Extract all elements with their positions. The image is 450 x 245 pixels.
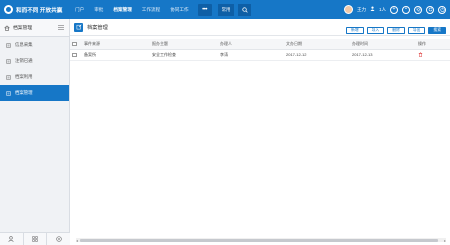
column-header-person[interactable]: 办理人 — [218, 39, 284, 49]
table-header-row: 事件来源 报办主题 办理人 文办日期 办理时间 操作 — [70, 39, 450, 49]
search-icon — [242, 6, 248, 13]
select-all-checkbox[interactable] — [72, 41, 77, 47]
main-panel: 档案管理 新增 导入 删除 导出 搜索 事件来源 报办主题 办理人 文办日期 办… — [70, 19, 450, 245]
refresh-icon[interactable] — [426, 5, 434, 14]
nav-item-approval[interactable]: 审批 — [89, 0, 108, 19]
trash-icon[interactable] — [418, 51, 423, 57]
sidebar-footer — [0, 232, 70, 245]
document-icon — [6, 58, 11, 64]
online-count: 1人 — [379, 6, 386, 12]
import-button[interactable]: 导入 — [366, 27, 385, 34]
avatar[interactable] — [343, 5, 353, 14]
column-header-time[interactable]: 办理时间 — [350, 39, 416, 49]
sidebar-item-label: 档案利用 — [15, 74, 33, 79]
scrollbar-thumb[interactable] — [80, 238, 438, 242]
export-button[interactable]: 导出 — [407, 27, 426, 34]
nav-item-workflow[interactable]: 工作流程 — [137, 0, 165, 19]
row-checkbox[interactable] — [72, 52, 77, 58]
document-icon — [6, 90, 11, 96]
nav-item-archive[interactable]: 档案管理 — [108, 0, 136, 19]
column-header-date[interactable]: 文办日期 — [284, 39, 350, 49]
row-select-cell — [70, 49, 82, 60]
cell-action — [416, 49, 450, 60]
sidebar-item-archive-manage[interactable]: 档案管理 — [0, 85, 69, 101]
add-record-button[interactable]: 新增 — [346, 27, 364, 34]
user-tools: 王力 1人 + • — [343, 0, 446, 19]
brand-name: 和而不同 开放共赢 — [16, 7, 63, 14]
page-title: 档案管理 — [87, 24, 108, 31]
sidebar-item-info-collect[interactable]: 信息采集 — [0, 37, 69, 53]
cell-date: 2017-12-12 — [286, 52, 307, 57]
user-name[interactable]: 王力 — [357, 7, 366, 13]
menu-toggle-icon[interactable] — [58, 25, 64, 32]
sidebar: 档案管理 信息采集 注销已通 档案利用 档案管理 — [0, 19, 70, 245]
cell-person: 李涛 — [220, 51, 228, 57]
select-all-cell — [70, 39, 82, 49]
add-circle-icon[interactable]: + — [390, 5, 398, 14]
sidebar-item-label: 注销已通 — [15, 58, 33, 63]
sidebar-header: 档案管理 — [0, 19, 69, 37]
sidebar-title: 档案管理 — [13, 26, 33, 31]
common-button[interactable]: 常用 — [217, 3, 235, 16]
column-header-subject[interactable]: 报办主题 — [150, 39, 218, 49]
main-nav: 门户 审批 档案管理 工作流程 协同工作 ••• 常用 — [70, 0, 252, 19]
top-bar: 和而不同 开放共赢 门户 审批 档案管理 工作流程 协同工作 ••• 常用 王力… — [0, 0, 450, 19]
apps-button[interactable] — [24, 233, 48, 245]
sidebar-item-label: 档案管理 — [15, 90, 33, 95]
power-icon[interactable] — [438, 5, 446, 14]
document-icon — [6, 74, 11, 80]
brand-logo-icon — [4, 5, 13, 14]
home-icon — [4, 25, 10, 31]
search-action-button[interactable]: 搜索 — [428, 27, 446, 34]
sidebar-item-deregistered[interactable]: 注销已通 — [0, 53, 69, 69]
user-count-icon — [370, 6, 375, 13]
scroll-left-icon[interactable]: ◂ — [76, 238, 78, 243]
archive-table: 事件来源 报办主题 办理人 文办日期 办理时间 操作 备案所 安全工作检查 李涛… — [70, 39, 450, 61]
message-icon[interactable]: • — [402, 5, 410, 14]
scroll-right-icon[interactable]: ▸ — [444, 238, 446, 243]
brand[interactable]: 和而不同 开放共赢 — [0, 0, 70, 19]
cell-subject: 安全工作检查 — [152, 51, 176, 57]
settings-icon[interactable] — [414, 5, 422, 14]
search-button[interactable] — [238, 3, 252, 16]
nav-item-portal[interactable]: 门户 — [70, 0, 89, 19]
sidebar-item-archive-use[interactable]: 档案利用 — [0, 69, 69, 85]
cell-time: 2017-12-13 — [352, 52, 373, 57]
horizontal-scrollbar[interactable]: ◂ ▸ — [76, 238, 446, 243]
delete-button[interactable]: 删除 — [387, 27, 405, 34]
add-button[interactable] — [47, 233, 70, 245]
cell-source: 备案所 — [84, 51, 96, 57]
column-header-action: 操作 — [418, 40, 426, 46]
add-circle-icon — [56, 236, 62, 242]
column-header-source[interactable]: 事件来源 — [82, 39, 150, 49]
sidebar-item-label: 信息采集 — [15, 42, 33, 47]
user-icon — [8, 236, 14, 242]
more-menu-button[interactable]: ••• — [197, 3, 212, 16]
toolbar: 新增 导入 删除 导出 搜索 — [346, 27, 446, 34]
nav-item-collab[interactable]: 协同工作 — [165, 0, 193, 19]
user-button[interactable] — [0, 233, 24, 245]
document-icon — [6, 42, 11, 48]
table-row[interactable]: 备案所 安全工作检查 李涛 2017-12-12 2017-12-13 — [70, 49, 450, 60]
grid-icon — [32, 236, 38, 242]
edit-icon — [74, 22, 83, 32]
